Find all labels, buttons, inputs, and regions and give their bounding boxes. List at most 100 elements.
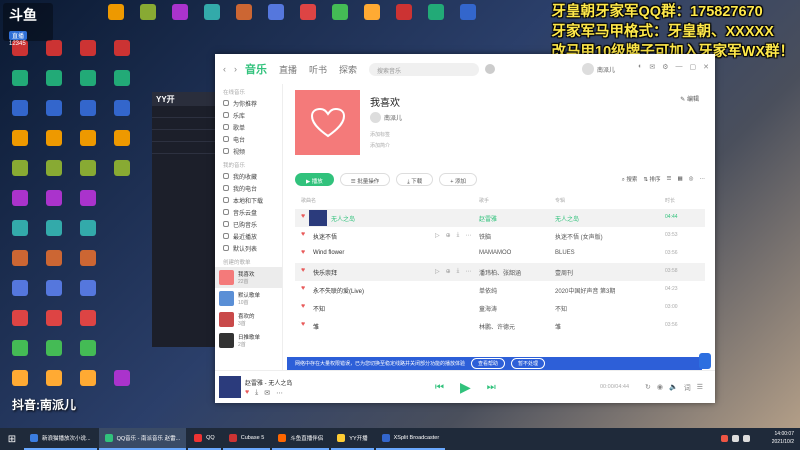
song-album[interactable]: 壹周刊 bbox=[555, 268, 573, 277]
desktop-shortcut[interactable] bbox=[38, 190, 70, 206]
edit-button[interactable]: ✎ 编辑 bbox=[680, 94, 699, 103]
desktop-shortcut[interactable] bbox=[4, 280, 36, 296]
desktop-shortcut[interactable] bbox=[4, 190, 36, 206]
desktop-shortcut[interactable] bbox=[72, 220, 104, 236]
table-row[interactable]: ♥ Wind flower MAMAMOO BLUES 03:56 bbox=[295, 245, 705, 263]
more-icon[interactable]: ⋯ bbox=[465, 232, 471, 239]
sidebar-item-online-1[interactable]: 乐库 bbox=[215, 109, 282, 121]
table-row[interactable]: ♥ 无人之岛 赵雷雅 无人之岛 04:44 bbox=[295, 209, 705, 227]
avatar[interactable] bbox=[581, 63, 594, 75]
locate-icon[interactable]: ◎ bbox=[689, 176, 694, 182]
desktop-shortcut[interactable] bbox=[106, 70, 138, 86]
sidebar-item-my-0[interactable]: 我的收藏 bbox=[215, 170, 282, 182]
table-row[interactable]: ♥ 执迷不悟 ▷ ⊕ ⤓ ⋯ 铁脑 执迷不悟 (女声版) 03:53 bbox=[295, 227, 705, 245]
playlist-item[interactable]: 日推歌单 2首 bbox=[215, 330, 282, 351]
song-artist[interactable]: 单依纯 bbox=[479, 286, 497, 295]
sidebar-item-my-4[interactable]: 已购音乐 bbox=[215, 218, 282, 230]
song-title[interactable]: Wind flower bbox=[313, 250, 344, 256]
desktop-shortcut[interactable] bbox=[388, 4, 420, 20]
desktop-shortcut[interactable] bbox=[38, 70, 70, 86]
like-icon[interactable]: ♥ bbox=[301, 321, 305, 328]
creator-avatar[interactable] bbox=[370, 112, 381, 123]
desktop-shortcut[interactable] bbox=[38, 220, 70, 236]
play-all-button[interactable]: ▶ 播放 bbox=[295, 172, 334, 186]
tab-explore[interactable]: 探索 bbox=[339, 63, 357, 76]
batch-button[interactable]: ☰ 批量操作 bbox=[339, 172, 391, 186]
desktop-shortcut[interactable] bbox=[356, 4, 388, 20]
desktop-shortcut[interactable] bbox=[106, 160, 138, 176]
now-playing-cover[interactable] bbox=[219, 376, 241, 398]
desktop-shortcut[interactable] bbox=[72, 100, 104, 116]
add-tag-link[interactable]: 添加标签 bbox=[370, 131, 390, 138]
more-icon[interactable]: ⋯ bbox=[276, 389, 283, 397]
desktop-shortcut[interactable] bbox=[4, 100, 36, 116]
download-icon[interactable]: ⤓ bbox=[457, 268, 460, 275]
desktop-shortcut[interactable] bbox=[72, 160, 104, 176]
desktop-shortcut[interactable] bbox=[38, 340, 70, 356]
back-button[interactable]: ‹ bbox=[223, 64, 226, 74]
tray-app-icon[interactable] bbox=[721, 435, 728, 442]
song-title[interactable]: 无人之岛 bbox=[331, 214, 355, 223]
skin-icon[interactable]: ◐ bbox=[638, 63, 642, 71]
taskbar-item[interactable]: XSplit Broadcaster bbox=[375, 428, 446, 450]
header-artist[interactable]: 歌手 bbox=[479, 197, 489, 204]
sidebar-item-my-2[interactable]: 本地和下载 bbox=[215, 194, 282, 206]
song-title[interactable]: 快乐崇拜 bbox=[313, 268, 337, 277]
background-stream-app[interactable]: YY开 bbox=[152, 92, 222, 347]
playlist-creator[interactable]: 南派儿 bbox=[370, 112, 402, 123]
like-icon[interactable]: ♥ bbox=[301, 249, 305, 256]
like-icon[interactable]: ♥ bbox=[245, 389, 249, 397]
creator-name[interactable]: 南派儿 bbox=[384, 113, 402, 122]
list-search-button[interactable]: ⌕ 搜索 bbox=[622, 175, 638, 184]
playlist-item[interactable]: 喜欢的 3首 bbox=[215, 309, 282, 330]
mail-icon[interactable]: ✉ bbox=[649, 63, 655, 71]
desktop-shortcut[interactable] bbox=[72, 340, 104, 356]
desktop-shortcut[interactable] bbox=[106, 130, 138, 146]
desktop-shortcut[interactable] bbox=[38, 250, 70, 266]
like-icon[interactable]: ♥ bbox=[301, 213, 305, 220]
user-name[interactable]: 南派儿 bbox=[597, 65, 615, 74]
song-title[interactable]: 雏 bbox=[313, 322, 319, 331]
tab-live[interactable]: 直播 bbox=[279, 63, 297, 76]
taskbar-item[interactable]: Cubase 5 bbox=[222, 428, 271, 450]
download-icon[interactable]: ⤓ bbox=[457, 232, 460, 239]
desktop-shortcut[interactable] bbox=[106, 370, 138, 386]
desktop-shortcut[interactable] bbox=[38, 280, 70, 296]
desktop-shortcut[interactable] bbox=[132, 4, 164, 20]
table-row[interactable]: ♥ 快乐崇拜 ▷ ⊕ ⤓ ⋯ 潘玮柏、张韶涵 壹周刊 03:58 bbox=[295, 263, 705, 281]
sort-button[interactable]: ⇅ 排序 bbox=[643, 175, 660, 183]
download-icon[interactable]: ⤓ bbox=[255, 389, 258, 397]
desktop-shortcut[interactable] bbox=[4, 370, 36, 386]
song-album[interactable]: 不知 bbox=[555, 304, 567, 313]
song-album[interactable]: 2020中国好声音 第3期 bbox=[555, 286, 615, 295]
settings-icon[interactable]: ⚙ bbox=[662, 63, 668, 71]
header-album[interactable]: 专辑 bbox=[555, 197, 565, 204]
playlist-icon[interactable]: ☰ bbox=[697, 383, 703, 393]
desktop-shortcut[interactable] bbox=[4, 220, 36, 236]
desktop-shortcut[interactable] bbox=[72, 250, 104, 266]
desktop-shortcut[interactable] bbox=[4, 160, 36, 176]
song-title[interactable]: 不知 bbox=[313, 304, 325, 313]
song-album[interactable]: 雏 bbox=[555, 322, 561, 331]
desktop-shortcut[interactable] bbox=[452, 4, 484, 20]
song-album[interactable]: BLUES bbox=[555, 250, 575, 256]
user-info[interactable]: 南派儿 bbox=[581, 63, 615, 75]
more-icon[interactable]: ⋯ bbox=[700, 176, 706, 182]
tab-audiobook[interactable]: 听书 bbox=[309, 63, 327, 76]
desktop-shortcut[interactable] bbox=[72, 40, 104, 56]
song-title[interactable]: 永不失联的爱(Live) bbox=[313, 286, 364, 295]
comment-icon[interactable]: ✉ bbox=[264, 389, 270, 397]
sidebar-item-online-0[interactable]: 为你推荐 bbox=[215, 97, 282, 109]
desktop-shortcut[interactable] bbox=[4, 250, 36, 266]
desktop-shortcut[interactable] bbox=[72, 70, 104, 86]
song-artist[interactable]: 赵雷雅 bbox=[479, 214, 497, 223]
phone-icon[interactable] bbox=[699, 353, 711, 369]
forward-button[interactable]: › bbox=[234, 64, 237, 74]
desktop-shortcut[interactable] bbox=[4, 310, 36, 326]
desktop-shortcut[interactable] bbox=[196, 4, 228, 20]
table-row[interactable]: ♥ 永不失联的爱(Live) 单依纯 2020中国好声音 第3期 04:23 bbox=[295, 281, 705, 299]
desktop-shortcut[interactable] bbox=[38, 130, 70, 146]
start-button[interactable]: ⊞ bbox=[0, 428, 24, 450]
sidebar-item-my-3[interactable]: 音乐云盘 bbox=[215, 206, 282, 218]
song-album[interactable]: 无人之岛 bbox=[555, 214, 579, 223]
